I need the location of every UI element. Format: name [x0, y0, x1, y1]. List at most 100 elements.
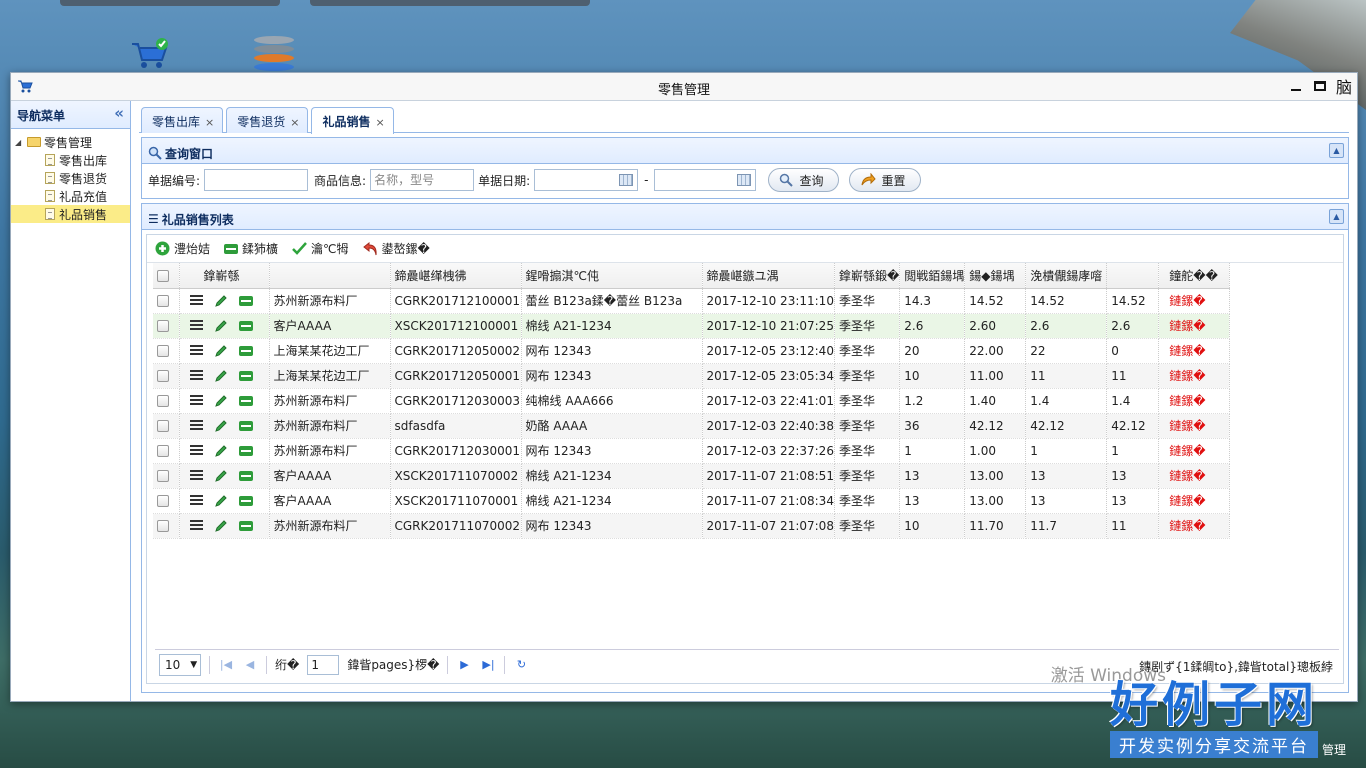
close-icon[interactable]: ×: [375, 116, 384, 129]
start-date-input[interactable]: [534, 169, 639, 191]
sidebar-item-retail-return[interactable]: 零售退货: [15, 169, 130, 187]
reset-button[interactable]: 重置: [848, 168, 921, 192]
row-checkbox[interactable]: [153, 438, 180, 464]
delete-row-icon[interactable]: [238, 495, 253, 506]
column-header[interactable]: [269, 263, 391, 289]
table-row[interactable]: 客户AAAA XSCK201712100001 棉线 A21-1234 2017-12…: [153, 313, 1231, 339]
detail-list-icon[interactable]: [189, 295, 203, 306]
column-header[interactable]: 閲戦銆鍚堣: [899, 263, 966, 289]
sidebar-item-gift-sales[interactable]: 礼品销售: [11, 205, 130, 223]
doc-no-input[interactable]: [204, 169, 309, 191]
row-checkbox[interactable]: [153, 488, 180, 514]
search-button[interactable]: 查询: [768, 168, 839, 192]
minimize-button[interactable]: [1287, 75, 1305, 97]
tab-retail-out[interactable]: 零售出库 ×: [141, 107, 224, 133]
column-header[interactable]: 鍚◆鍚堣: [964, 263, 1027, 289]
edit-pencil-icon[interactable]: [214, 419, 228, 433]
row-checkbox[interactable]: [153, 338, 180, 364]
table-row[interactable]: 客户AAAA XSCK201711070001 棉线 A21-1234 2017-11…: [153, 488, 1231, 514]
detail-list-icon[interactable]: [189, 445, 203, 456]
column-header[interactable]: 浼樻儬鍚庨噾: [1025, 263, 1108, 289]
panel-collapse-icon[interactable]: ▲: [1329, 209, 1344, 224]
delete-row-icon[interactable]: [238, 470, 253, 481]
refresh-icon[interactable]: ↻: [513, 658, 529, 671]
database-shortcut-icon[interactable]: [254, 36, 294, 71]
row-checkbox[interactable]: [153, 413, 180, 439]
table-row[interactable]: 上海某某花边工厂 CGRK201712050002 网布 12343 2017-12-…: [153, 338, 1231, 364]
delete-button[interactable]: 鍒犻櫎: [224, 240, 278, 257]
last-page-icon[interactable]: ▶|: [480, 658, 496, 671]
row-checkbox[interactable]: [153, 363, 180, 389]
first-page-icon[interactable]: |◀: [218, 658, 234, 671]
column-header[interactable]: 鐘舵��: [1158, 263, 1231, 289]
detail-list-icon[interactable]: [189, 470, 203, 481]
row-checkbox[interactable]: [153, 513, 180, 539]
table-row[interactable]: 苏州新源布料厂 sdfasdfa 奶酪 AAAA 2017-12-03 22:40:3…: [153, 413, 1231, 439]
unapprove-button[interactable]: 鍙嶅鏍�: [362, 240, 430, 257]
detail-list-icon[interactable]: [189, 395, 203, 406]
tree-root-retail[interactable]: ◢ 零售管理: [15, 133, 130, 151]
table-row[interactable]: 苏州新源布料厂 CGRK201712030001 网布 12343 2017-12-0…: [153, 438, 1231, 464]
sidebar-item-gift-recharge[interactable]: 礼品充值: [15, 187, 130, 205]
row-checkbox[interactable]: [153, 288, 180, 314]
calendar-icon[interactable]: [737, 174, 752, 186]
row-checkbox[interactable]: [153, 463, 180, 489]
delete-row-icon[interactable]: [238, 370, 253, 381]
page-number-input[interactable]: [307, 654, 340, 675]
select-all-checkbox[interactable]: [153, 263, 180, 289]
edit-pencil-icon[interactable]: [214, 469, 228, 483]
calendar-icon[interactable]: [619, 174, 634, 186]
row-checkbox[interactable]: [153, 388, 180, 414]
detail-list-icon[interactable]: [189, 420, 203, 431]
column-header[interactable]: 鍗曟嵁缂栧彿: [390, 263, 522, 289]
detail-list-icon[interactable]: [189, 370, 203, 381]
delete-row-icon[interactable]: [238, 445, 253, 456]
page-size-select[interactable]: 10 ▼: [159, 653, 201, 676]
column-header[interactable]: 鍟嗗搧淇℃伅: [521, 263, 703, 289]
close-icon[interactable]: ×: [205, 116, 214, 129]
edit-pencil-icon[interactable]: [214, 494, 228, 508]
table-row[interactable]: 苏州新源布料厂 CGRK201711070002 网布 12343 2017-11-0…: [153, 513, 1231, 539]
detail-list-icon[interactable]: [189, 520, 203, 531]
delete-row-icon[interactable]: [238, 395, 253, 406]
edit-pencil-icon[interactable]: [214, 369, 228, 383]
delete-row-icon[interactable]: [238, 520, 253, 531]
table-row[interactable]: 上海某某花边工厂 CGRK201712050001 网布 12343 2017-12-…: [153, 363, 1231, 389]
end-date-input[interactable]: [654, 169, 757, 191]
row-checkbox[interactable]: [153, 313, 180, 339]
delete-row-icon[interactable]: [238, 345, 253, 356]
table-row[interactable]: 客户AAAA XSCK201711070002 棉线 A21-1234 2017-11…: [153, 463, 1231, 489]
edit-pencil-icon[interactable]: [214, 394, 228, 408]
maximize-button[interactable]: [1311, 75, 1329, 97]
column-header[interactable]: 鎿嶄綔鍛�: [834, 263, 901, 289]
edit-pencil-icon[interactable]: [214, 294, 228, 308]
delete-row-icon[interactable]: [238, 320, 253, 331]
detail-list-icon[interactable]: [189, 320, 203, 331]
goods-input[interactable]: [370, 169, 475, 191]
tab-gift-sales[interactable]: 礼品销售 ×: [311, 107, 394, 134]
edit-pencil-icon[interactable]: [214, 319, 228, 333]
column-header[interactable]: [1106, 263, 1160, 289]
approve-button[interactable]: 瀹℃牳: [292, 240, 349, 257]
delete-row-icon[interactable]: [238, 295, 253, 306]
detail-list-icon[interactable]: [189, 495, 203, 506]
prev-page-icon[interactable]: ◀: [242, 658, 258, 671]
add-button[interactable]: 澧炲姞: [155, 240, 210, 257]
column-header[interactable]: 鍗曟嵁鏃ユ湡: [702, 263, 835, 289]
edit-pencil-icon[interactable]: [214, 344, 228, 358]
close-icon[interactable]: ×: [290, 116, 299, 129]
tab-retail-return[interactable]: 零售退货 ×: [226, 107, 309, 133]
close-button[interactable]: 脑: [1335, 75, 1353, 97]
edit-pencil-icon[interactable]: [214, 444, 228, 458]
delete-row-icon[interactable]: [238, 420, 253, 431]
table-row[interactable]: 苏州新源布料厂 CGRK201712030003 纯棉线 AAA666 2017-12…: [153, 388, 1231, 414]
edit-pencil-icon[interactable]: [214, 519, 228, 533]
sidebar-item-retail-out[interactable]: 零售出库: [15, 151, 130, 169]
panel-collapse-icon[interactable]: ▲: [1329, 143, 1344, 158]
next-page-icon[interactable]: ▶: [456, 658, 472, 671]
cart-shortcut-icon[interactable]: [130, 36, 170, 70]
detail-list-icon[interactable]: [189, 345, 203, 356]
table-row[interactable]: 苏州新源布料厂 CGRK201712100001 蕾丝 B123a鍒�蕾丝 B123…: [153, 288, 1231, 314]
column-header[interactable]: 鎿嶄綔: [179, 263, 270, 289]
expand-triangle-icon[interactable]: ◢: [15, 138, 27, 147]
